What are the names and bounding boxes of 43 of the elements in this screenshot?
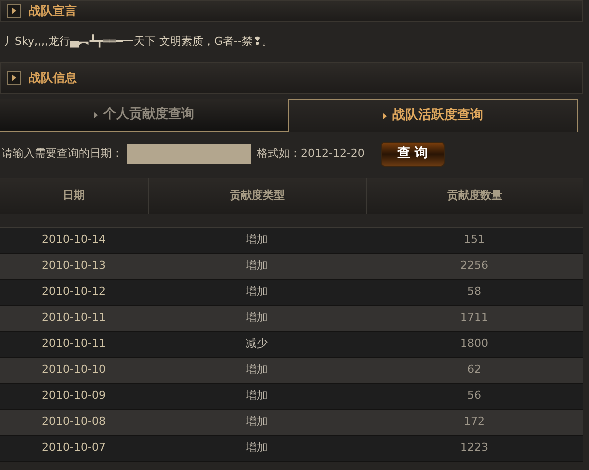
table-cell-text: 2010-10-09	[42, 388, 106, 404]
table-cell-text: 增加	[246, 258, 268, 274]
table-cell-text: 2010-10-13	[42, 258, 106, 274]
table-cell-text: 2010-10-14	[42, 232, 106, 248]
section-title: 战队宣言	[29, 3, 77, 20]
date-label: 请输入需要查询的日期：	[2, 146, 123, 162]
table-cell-text: 1223	[460, 440, 488, 456]
tab[interactable]: 个人贡献度查询	[0, 99, 288, 132]
table-cell-text: 1711	[460, 310, 488, 326]
column-header: 贡献度类型	[230, 188, 285, 204]
table-cell-text: 2010-10-11	[42, 310, 106, 326]
table-cell-text: 增加	[246, 310, 268, 326]
triangle-icon	[94, 112, 98, 118]
column-header: 贡献度数量	[448, 188, 502, 204]
table-cell-text: 增加	[246, 440, 268, 456]
play-icon	[7, 4, 21, 18]
table-cell-text: 增加	[246, 284, 268, 300]
table-cell-text: 2010-10-11	[42, 336, 106, 352]
date-field[interactable]	[127, 144, 251, 164]
table-cell-text: 62	[468, 362, 482, 378]
table-cell-text: 减少	[246, 336, 268, 352]
table-cell-text: 172	[464, 414, 485, 430]
section-title: 战队信息	[29, 70, 77, 87]
table-cell-text: 1800	[460, 336, 488, 352]
triangle-icon	[382, 112, 386, 120]
table-cell-text: 2010-10-12	[42, 284, 106, 300]
table-cell-text: 增加	[246, 232, 268, 248]
declaration-text: 丿Sky,,,,龙行▄︻┻┳══━一天下 文明素质，G者--禁❢。	[4, 34, 274, 50]
table-cell-text: 58	[468, 284, 482, 300]
query-button[interactable]: 查 询	[380, 142, 445, 166]
column-header: 日期	[63, 188, 85, 204]
table-cell-text: 2256	[460, 258, 488, 274]
tab[interactable]: 战队活跃度查询	[288, 99, 578, 132]
table-cell-text: 151	[464, 232, 485, 248]
table-cell-text: 增加	[246, 388, 268, 404]
table-cell-text: 2010-10-07	[42, 440, 106, 456]
table-cell-text: 增加	[246, 414, 268, 430]
format-hint: 格式如：2012-12-20	[257, 146, 365, 162]
table-cell-text: 56	[468, 388, 482, 404]
play-icon	[7, 71, 21, 85]
table-cell-text: 2010-10-08	[42, 414, 106, 430]
table-cell-text: 增加	[246, 362, 268, 378]
table-cell-text: 2010-10-10	[42, 362, 106, 378]
